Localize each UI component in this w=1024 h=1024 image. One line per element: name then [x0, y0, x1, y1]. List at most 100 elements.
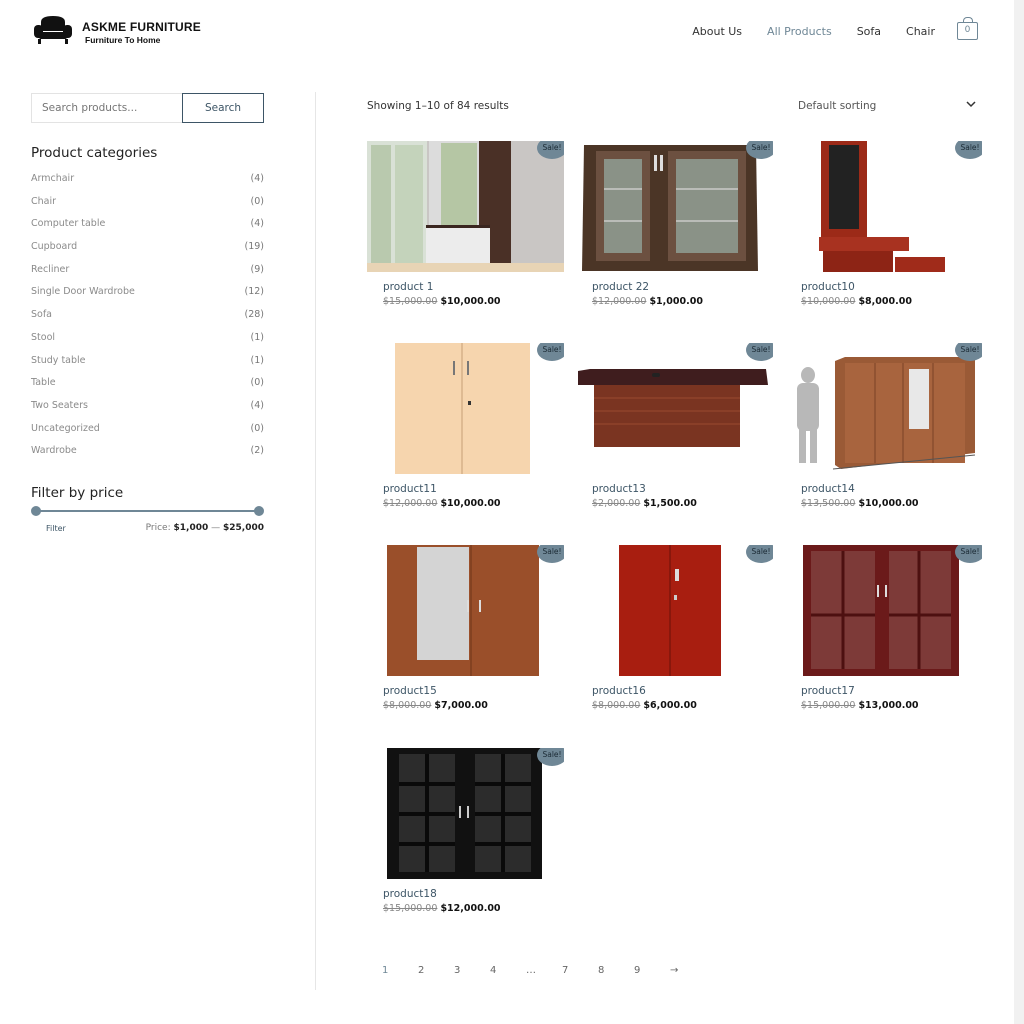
product-image[interactable]: Sale!: [785, 343, 982, 474]
category-name[interactable]: Wardrobe: [31, 445, 77, 468]
category-count: (0): [250, 422, 264, 434]
product-card[interactable]: Sale! product 1 $15,000.00 $10,000.00: [367, 141, 564, 307]
old-price: $13,500.00: [801, 498, 856, 509]
category-item[interactable]: Two Seaters (4): [31, 400, 264, 423]
page-link[interactable]: 7: [562, 965, 598, 976]
category-name[interactable]: Armchair: [31, 173, 74, 196]
category-item[interactable]: Sofa (28): [31, 309, 264, 332]
product-image[interactable]: Sale!: [367, 748, 564, 879]
category-item[interactable]: Uncategorized (0): [31, 423, 264, 446]
category-item[interactable]: Wardrobe (2): [31, 445, 264, 468]
price-separator: —: [211, 523, 221, 533]
product-title[interactable]: product10: [801, 281, 855, 293]
cart-icon[interactable]: 0: [957, 17, 978, 40]
product-price: $15,000.00 $10,000.00: [383, 296, 501, 307]
category-item[interactable]: Cupboard (19): [31, 241, 264, 264]
category-count: (1): [250, 331, 264, 343]
sorting-select[interactable]: Default sorting: [798, 100, 976, 112]
product-title[interactable]: product16: [592, 685, 646, 697]
product-card[interactable]: Sale! product18 $15,000.00 $12,000.00: [367, 748, 564, 914]
sale-price: $6,000.00: [643, 700, 697, 711]
category-item[interactable]: Chair (0): [31, 196, 264, 219]
category-name[interactable]: Chair: [31, 196, 56, 219]
filter-button[interactable]: Filter: [31, 524, 66, 533]
product-title[interactable]: product 1: [383, 281, 433, 293]
category-item[interactable]: Study table (1): [31, 355, 264, 378]
product-image[interactable]: Sale!: [576, 343, 773, 474]
product-image[interactable]: Sale!: [367, 141, 564, 272]
nav-sofa[interactable]: Sofa: [857, 25, 881, 38]
old-price: $10,000.00: [801, 296, 856, 307]
product-image[interactable]: Sale!: [785, 141, 982, 272]
brand-logo[interactable]: ASKME FURNITURE Furniture To Home: [32, 14, 201, 46]
product-card[interactable]: Sale! product14 $13,500.00 $10,000.00: [785, 343, 982, 509]
product-card[interactable]: Sale! product 22 $12,000.00 $1,000.00: [576, 141, 773, 307]
page-link[interactable]: 3: [454, 965, 490, 976]
page-ellipsis: …: [526, 965, 536, 976]
category-count: (9): [250, 263, 264, 275]
category-name[interactable]: Recliner: [31, 264, 69, 287]
page-current: 1: [382, 965, 389, 976]
category-name[interactable]: Computer table: [31, 218, 105, 241]
product-title[interactable]: product11: [383, 483, 437, 495]
category-name[interactable]: Table: [31, 377, 56, 400]
category-name[interactable]: Sofa: [31, 309, 52, 332]
product-title[interactable]: product17: [801, 685, 855, 697]
product-card[interactable]: Sale! product16 $8,000.00 $6,000.00: [576, 545, 773, 711]
category-name[interactable]: Study table: [31, 355, 86, 378]
product-price: $8,000.00 $7,000.00: [383, 700, 488, 711]
sorting-value: Default sorting: [798, 100, 877, 112]
sale-price: $1,500.00: [643, 498, 697, 509]
sale-price: $12,000.00: [440, 903, 501, 914]
product-price: $10,000.00 $8,000.00: [801, 296, 912, 307]
category-item[interactable]: Stool (1): [31, 332, 264, 355]
sale-price: $10,000.00: [440, 498, 501, 509]
price-slider[interactable]: [31, 505, 264, 517]
next-page-arrow-icon[interactable]: →: [670, 965, 706, 976]
product-price: $15,000.00 $12,000.00: [383, 903, 501, 914]
category-count: (4): [250, 399, 264, 411]
product-title[interactable]: product18: [383, 888, 437, 900]
old-price: $15,000.00: [383, 296, 438, 307]
category-item[interactable]: Table (0): [31, 377, 264, 400]
product-card[interactable]: Sale! product11 $12,000.00 $10,000.00: [367, 343, 564, 509]
category-name[interactable]: Single Door Wardrobe: [31, 286, 135, 309]
nav-chair[interactable]: Chair: [906, 25, 935, 38]
category-name[interactable]: Stool: [31, 332, 55, 355]
product-card[interactable]: Sale! product15 $8,000.00 $7,000.00: [367, 545, 564, 711]
product-image[interactable]: Sale!: [576, 141, 773, 272]
product-price: $15,000.00 $13,000.00: [801, 700, 919, 711]
price-min-handle[interactable]: [31, 506, 41, 516]
page-link[interactable]: 9: [634, 965, 670, 976]
sale-price: $13,000.00: [858, 700, 919, 711]
product-title[interactable]: product 22: [592, 281, 649, 293]
price-max-handle[interactable]: [254, 506, 264, 516]
product-title[interactable]: product14: [801, 483, 855, 495]
category-item[interactable]: Armchair (4): [31, 173, 264, 196]
nav-all-products[interactable]: All Products: [767, 25, 832, 38]
category-item[interactable]: Computer table (4): [31, 218, 264, 241]
page-link[interactable]: 8: [598, 965, 634, 976]
page-link[interactable]: 4: [490, 965, 526, 976]
product-title[interactable]: product13: [592, 483, 646, 495]
product-card[interactable]: Sale! product13 $2,000.00 $1,500.00: [576, 343, 773, 509]
nav-about-us[interactable]: About Us: [692, 25, 742, 38]
category-count: (0): [250, 195, 264, 207]
product-image[interactable]: Sale!: [367, 545, 564, 676]
scrollbar[interactable]: [1014, 0, 1024, 1024]
product-card[interactable]: Sale! product17 $15,000.00 $13,000.00: [785, 545, 982, 711]
product-image[interactable]: Sale!: [785, 545, 982, 676]
product-image[interactable]: Sale!: [367, 343, 564, 474]
category-name[interactable]: Two Seaters: [31, 400, 88, 423]
page-link[interactable]: 2: [418, 965, 454, 976]
product-image[interactable]: Sale!: [576, 545, 773, 676]
category-item[interactable]: Recliner (9): [31, 264, 264, 287]
product-card[interactable]: Sale! product10 $10,000.00 $8,000.00: [785, 141, 982, 307]
category-item[interactable]: Single Door Wardrobe (12): [31, 286, 264, 309]
category-count: (2): [250, 445, 264, 457]
search-input[interactable]: [31, 93, 182, 123]
search-button[interactable]: Search: [182, 93, 264, 123]
product-title[interactable]: product15: [383, 685, 437, 697]
category-name[interactable]: Uncategorized: [31, 423, 100, 446]
category-name[interactable]: Cupboard: [31, 241, 77, 264]
